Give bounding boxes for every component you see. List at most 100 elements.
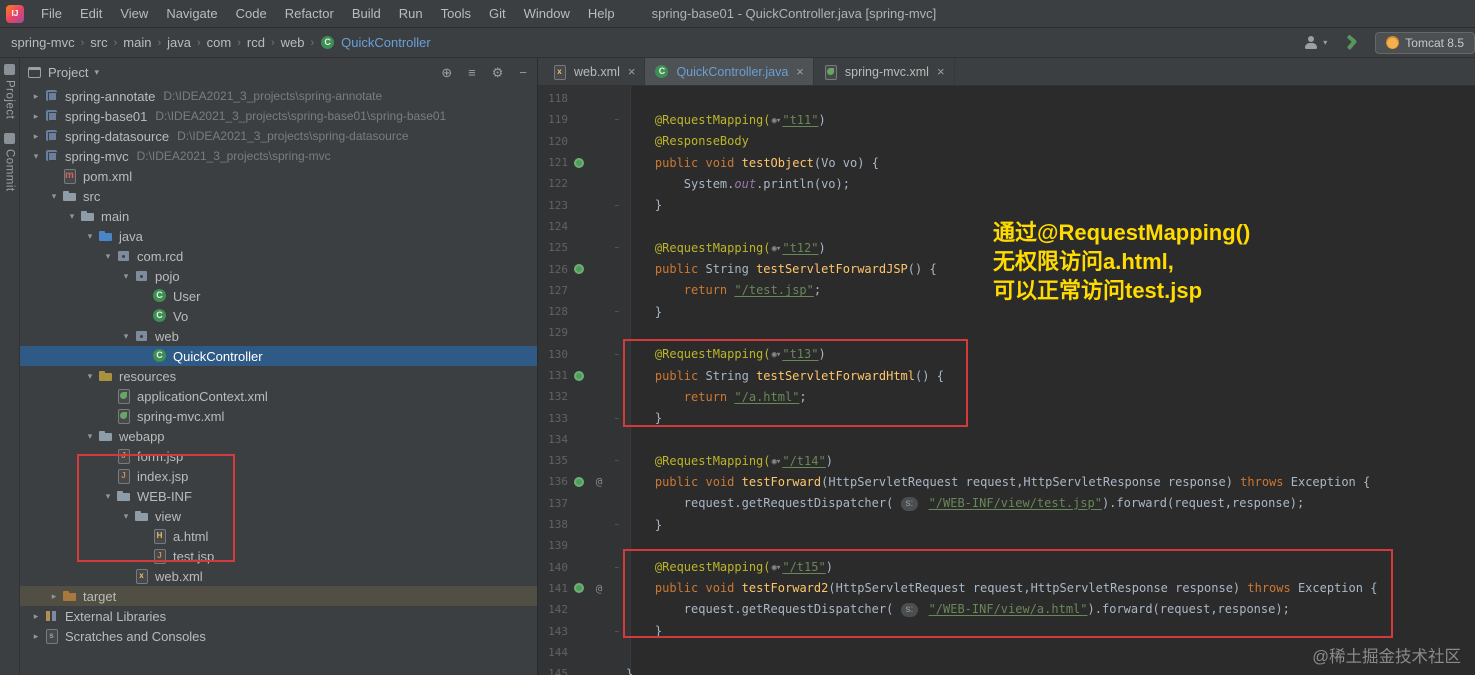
request-mapping-gutter-icon[interactable] [574,583,584,594]
menu-code[interactable]: Code [227,0,276,28]
tree-item-view[interactable]: ▾ view [20,506,537,526]
code-line-133[interactable]: 133 − } [538,407,1475,428]
line-number[interactable]: 129 [538,326,568,339]
code-line-123[interactable]: 123 − } [538,194,1475,215]
close-tab-icon[interactable]: × [937,64,945,79]
menu-run[interactable]: Run [390,0,432,28]
menu-tools[interactable]: Tools [432,0,480,28]
chevron-collapsed-icon[interactable]: ▸ [46,591,62,602]
hide-icon[interactable]: − [519,66,527,79]
line-number[interactable]: 120 [538,135,568,148]
tree-item-java[interactable]: ▾ java [20,226,537,246]
tree-item-a.html[interactable]: a.html [20,526,537,546]
code-line-132[interactable]: 132 return "/a.html"; [538,386,1475,407]
tree-item-test.jsp[interactable]: test.jsp [20,546,537,566]
tree-item-index.jsp[interactable]: index.jsp [20,466,537,486]
line-number[interactable]: 125 [538,241,568,254]
user-profile-icon[interactable] [1303,35,1319,51]
code-line-118[interactable]: 118 [538,88,1475,109]
editor-tab-quickcontroller.java[interactable]: QuickController.java × [645,58,814,85]
fold-marker[interactable]: − [608,243,626,252]
request-mapping-gutter-icon[interactable] [574,476,584,487]
line-number[interactable]: 127 [538,284,568,297]
menu-build[interactable]: Build [343,0,390,28]
code-line-134[interactable]: 134 [538,429,1475,450]
url-inlay-icon[interactable]: ◉▾ [772,457,782,467]
code-line-137[interactable]: 137 request.getRequestDispatcher( s: "/W… [538,493,1475,514]
line-number[interactable]: 142 [538,603,568,616]
line-number[interactable]: 136 [538,475,568,488]
chevron-collapsed-icon[interactable]: ▸ [28,631,44,642]
request-mapping-gutter-icon[interactable] [574,264,584,275]
project-view-dropdown-icon[interactable]: ▾ [94,67,99,78]
line-number[interactable]: 122 [538,177,568,190]
tree-item-user[interactable]: User [20,286,537,306]
tree-item-web[interactable]: ▾ web [20,326,537,346]
tree-item-target[interactable]: ▸ target [20,586,537,606]
request-mapping-gutter-icon[interactable] [574,157,584,168]
line-number[interactable]: 130 [538,348,568,361]
code-line-140[interactable]: 140 − @RequestMapping(◉▾ "/t15") [538,557,1475,578]
chevron-expanded-icon[interactable]: ▾ [118,511,134,522]
menu-window[interactable]: Window [515,0,579,28]
line-number[interactable]: 132 [538,390,568,403]
breadcrumb-item-java[interactable]: java [166,35,192,50]
code-line-131[interactable]: 131 public String testServletForwardHtml… [538,365,1475,386]
chevron-expanded-icon[interactable]: ▾ [46,191,62,202]
line-number[interactable]: 140 [538,561,568,574]
tree-item-spring-datasource[interactable]: ▸ spring-datasource D:\IDEA2021_3_projects… [20,126,537,146]
tree-item-resources[interactable]: ▾ resources [20,366,537,386]
breadcrumb-item-web[interactable]: web [280,35,306,50]
tree-item-quickcontroller[interactable]: QuickController [20,346,537,366]
line-number[interactable]: 135 [538,454,568,467]
breadcrumb-item-rcd[interactable]: rcd [246,35,266,50]
tool-window-button-project[interactable]: Project [4,64,16,119]
tree-item-pojo[interactable]: ▾ pojo [20,266,537,286]
line-number[interactable]: 139 [538,539,568,552]
line-number[interactable]: 121 [538,156,568,169]
tomcat-run-configuration-button[interactable]: Tomcat 8.5 [1375,31,1475,54]
menu-refactor[interactable]: Refactor [276,0,343,28]
code-line-129[interactable]: 129 [538,322,1475,343]
fold-marker[interactable]: − [608,307,626,316]
breadcrumb-item-spring-mvc[interactable]: spring-mvc [10,35,76,50]
chevron-collapsed-icon[interactable]: ▸ [28,91,44,102]
fold-marker[interactable]: − [608,627,626,636]
chevron-collapsed-icon[interactable]: ▸ [28,611,44,622]
menu-navigate[interactable]: Navigate [157,0,226,28]
fold-marker[interactable]: − [608,563,626,572]
url-inlay-icon[interactable]: ◉▾ [772,350,782,360]
tree-item-spring-annotate[interactable]: ▸ spring-annotate D:\IDEA2021_3_projects\s… [20,86,537,106]
chevron-collapsed-icon[interactable]: ▸ [28,131,44,142]
profile-dropdown-chevron-icon[interactable]: ▾ [1323,38,1327,47]
tree-item-webapp[interactable]: ▾ webapp [20,426,537,446]
line-number[interactable]: 133 [538,412,568,425]
tree-item-spring-base01[interactable]: ▸ spring-base01 D:\IDEA2021_3_projects\spr… [20,106,537,126]
url-inlay-icon[interactable]: ◉▾ [772,116,782,126]
menu-help[interactable]: Help [579,0,624,28]
url-inlay-icon[interactable]: ◉▾ [772,563,782,573]
fold-marker[interactable]: − [608,115,626,124]
chevron-expanded-icon[interactable]: ▾ [118,331,134,342]
breadcrumb-item-com[interactable]: com [206,35,233,50]
code-line-119[interactable]: 119 − @RequestMapping(◉▾ "t11") [538,109,1475,130]
code-line-135[interactable]: 135 − @RequestMapping(◉▾ "/t14") [538,450,1475,471]
code-line-138[interactable]: 138 − } [538,514,1475,535]
line-number[interactable]: 141 [538,582,568,595]
request-mapping-gutter-icon[interactable] [574,370,584,381]
editor-tab-spring-mvc.xml[interactable]: spring-mvc.xml × [814,58,955,85]
menu-view[interactable]: View [111,0,157,28]
chevron-expanded-icon[interactable]: ▾ [100,491,116,502]
tree-item-com.rcd[interactable]: ▾ com.rcd [20,246,537,266]
code-line-121[interactable]: 121 public void testObject(Vo vo) { [538,152,1475,173]
settings-icon[interactable]: ⚙ [492,66,504,79]
chevron-expanded-icon[interactable]: ▾ [118,271,134,282]
line-number[interactable]: 145 [538,667,568,675]
chevron-expanded-icon[interactable]: ▾ [28,151,44,162]
line-number[interactable]: 134 [538,433,568,446]
code-editor[interactable]: 118 119− @RequestMapping(◉▾ "t11") 120 @Res… [538,86,1475,675]
menu-edit[interactable]: Edit [71,0,111,28]
breadcrumb-item-quickcontroller[interactable]: QuickController [319,35,432,51]
code-line-142[interactable]: 142 request.getRequestDispatcher( s: "/W… [538,599,1475,620]
tree-item-vo[interactable]: Vo [20,306,537,326]
